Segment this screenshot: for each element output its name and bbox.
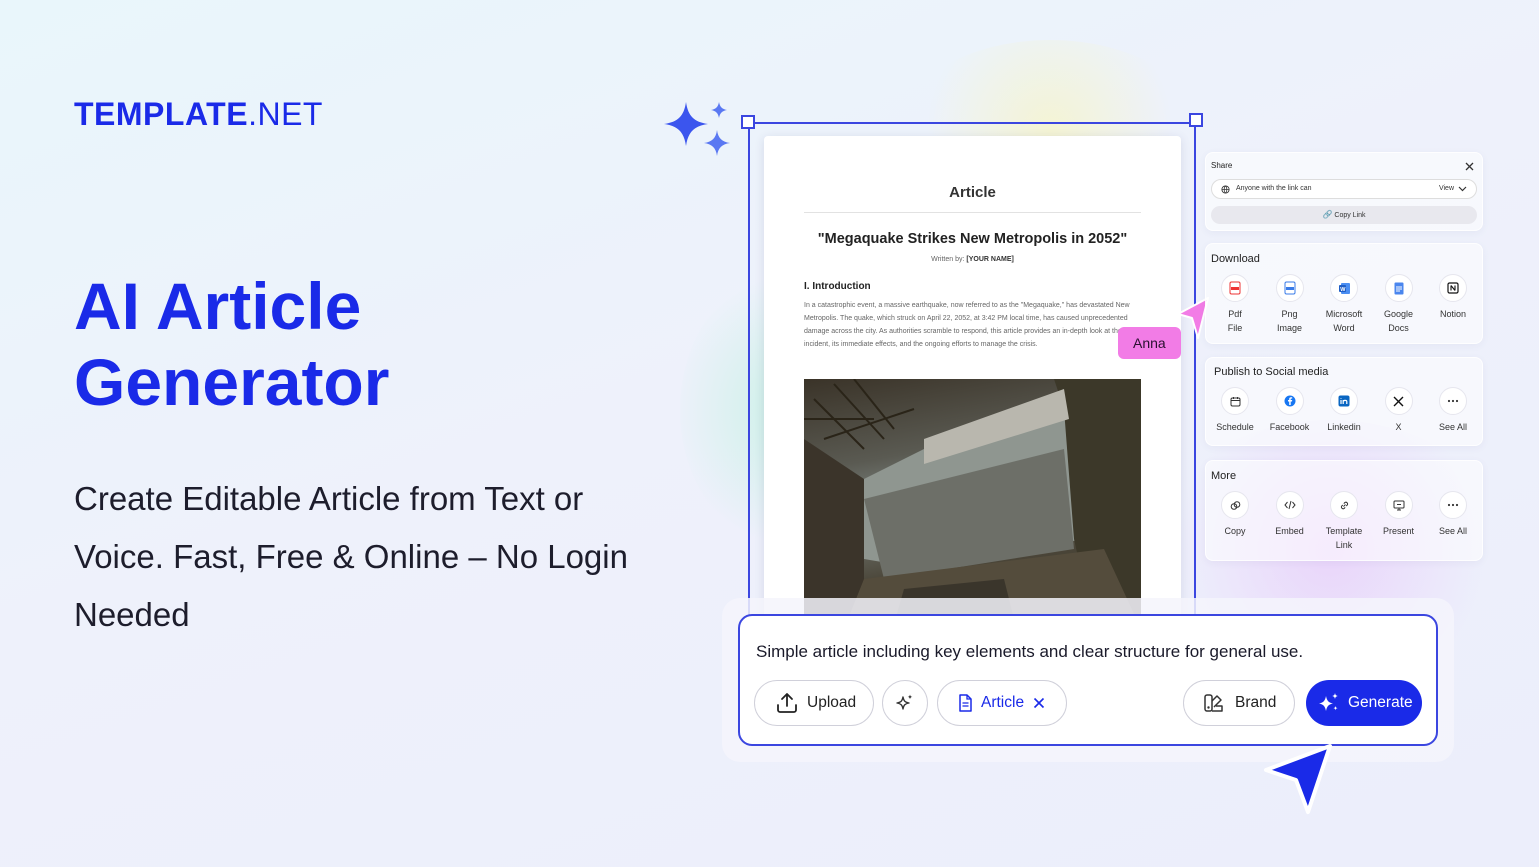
linkedin-icon: [1330, 387, 1358, 415]
download-word[interactable]: W Microsoft Word: [1317, 274, 1371, 335]
social-title: Publish to Social media: [1214, 366, 1329, 378]
download-pdf[interactable]: Pdf File: [1208, 274, 1262, 335]
download-png-label: Png: [1281, 309, 1298, 319]
more-present-label: Present: [1382, 526, 1415, 536]
facebook-icon: [1275, 387, 1304, 415]
word-icon: W: [1330, 274, 1358, 302]
more-copy-label: Copy: [1224, 526, 1246, 536]
more-template-link-label: Template: [1325, 526, 1363, 536]
download-notion[interactable]: Notion: [1426, 274, 1480, 335]
page-title-line: Generator: [74, 345, 390, 419]
share-title: Share: [1211, 161, 1233, 170]
download-word-label: Microsoft: [1325, 309, 1363, 319]
generate-button[interactable]: Generate: [1306, 680, 1422, 726]
prompt-input[interactable]: Simple article including key elements an…: [756, 642, 1303, 662]
template-net-logo[interactable]: TEMPLATE.NET: [74, 96, 323, 133]
present-icon: [1384, 491, 1413, 519]
more-embed-label: Embed: [1275, 526, 1304, 536]
document-icon: [959, 694, 972, 712]
download-title: Download: [1211, 253, 1260, 265]
sparkle-icon: [664, 102, 730, 156]
pdf-icon: [1221, 274, 1249, 302]
download-pdf-label: File: [1227, 323, 1243, 333]
download-pdf-label: Pdf: [1228, 309, 1242, 319]
upload-button[interactable]: Upload: [754, 680, 874, 726]
more-see-all-label: See All: [1438, 526, 1468, 536]
more-template-link[interactable]: Template Link: [1317, 491, 1371, 552]
google-docs-icon: [1384, 274, 1413, 302]
more-panel: More Copy Embed Template Link Present Se…: [1205, 460, 1483, 561]
globe-icon: [1221, 185, 1230, 194]
social-linkedin[interactable]: Linkedin: [1317, 387, 1371, 434]
social-x[interactable]: X: [1372, 387, 1426, 434]
download-png-label: Image: [1276, 323, 1302, 333]
selection-frame[interactable]: [748, 122, 1196, 642]
calendar-icon: [1221, 387, 1249, 415]
collaborator-label: Anna: [1118, 327, 1181, 359]
more-see-all[interactable]: See All: [1426, 491, 1480, 552]
social-schedule[interactable]: Schedule: [1208, 387, 1262, 434]
share-panel: Share Anyone with the link can View 🔗 Co…: [1205, 152, 1483, 231]
upload-icon: [777, 693, 797, 713]
chevron-down-icon: [1458, 186, 1467, 192]
more-copy[interactable]: Copy: [1208, 491, 1262, 552]
more-title: More: [1211, 470, 1237, 482]
more-icon: [1439, 491, 1467, 519]
logo-bold: TEMPLATE: [74, 96, 249, 132]
social-linkedin-label: Linkedin: [1327, 422, 1361, 432]
close-icon[interactable]: [1465, 162, 1474, 171]
resize-handle[interactable]: [741, 115, 755, 129]
ai-enhance-button[interactable]: [882, 680, 928, 726]
page-title-line: AI Article: [74, 269, 362, 343]
link-icon: 🔗: [1322, 210, 1333, 219]
prompt-box[interactable]: Simple article including key elements an…: [738, 614, 1438, 746]
brand-button[interactable]: Brand: [1183, 680, 1295, 726]
more-embed[interactable]: Embed: [1263, 491, 1317, 552]
page-subtitle: Create Editable Article from Text or Voi…: [74, 480, 628, 633]
more-icon: [1439, 387, 1467, 415]
download-png[interactable]: Png Image: [1263, 274, 1317, 335]
notion-icon: [1439, 274, 1467, 302]
sparkle-icon: [1319, 693, 1338, 711]
image-icon: [1275, 274, 1304, 302]
x-icon: [1384, 387, 1413, 415]
download-notion-label: Notion: [1439, 309, 1466, 319]
resize-handle[interactable]: [1189, 113, 1203, 127]
pointer-cursor-icon: [1264, 744, 1332, 814]
download-panel: Download Pdf File Png Image W Microsoft …: [1205, 243, 1483, 344]
copy-link-button[interactable]: 🔗 Copy Link: [1211, 206, 1477, 224]
social-facebook[interactable]: Facebook: [1263, 387, 1317, 434]
download-word-label: Word: [1333, 323, 1355, 333]
link-access-select[interactable]: Anyone with the link can View: [1211, 179, 1477, 199]
more-present[interactable]: Present: [1372, 491, 1426, 552]
document-type-chip[interactable]: Article: [937, 680, 1067, 726]
social-see-all-label: See All: [1438, 422, 1468, 432]
social-facebook-label: Facebook: [1269, 422, 1310, 432]
copy-link-label: Copy Link: [1334, 212, 1366, 219]
copy-icon: [1221, 491, 1249, 519]
access-level: View: [1438, 185, 1454, 192]
close-icon[interactable]: [1033, 697, 1045, 709]
document-type-label: Article: [981, 694, 1025, 711]
social-schedule-label: Schedule: [1216, 422, 1254, 432]
social-see-all[interactable]: See All: [1426, 387, 1480, 434]
upload-label: Upload: [807, 694, 857, 711]
generate-label: Generate: [1348, 694, 1413, 711]
brand-icon: [1204, 694, 1223, 712]
social-x-label: X: [1395, 422, 1402, 432]
page-title: AI Article Generator: [74, 268, 634, 420]
download-google-docs[interactable]: Google Docs: [1372, 274, 1426, 335]
download-google-docs-label: Google: [1383, 309, 1414, 319]
social-publish-panel: Publish to Social media Schedule Faceboo…: [1205, 357, 1483, 446]
brand-label: Brand: [1235, 694, 1277, 711]
svg-text:W: W: [1340, 286, 1346, 292]
download-google-docs-label: Docs: [1388, 323, 1409, 333]
sparkle-icon: [896, 694, 913, 710]
link-icon: [1330, 491, 1358, 519]
more-template-link-label: Link: [1335, 540, 1353, 550]
embed-icon: [1275, 491, 1304, 519]
logo-light: .NET: [248, 96, 323, 132]
link-access-text: Anyone with the link can: [1236, 185, 1312, 192]
